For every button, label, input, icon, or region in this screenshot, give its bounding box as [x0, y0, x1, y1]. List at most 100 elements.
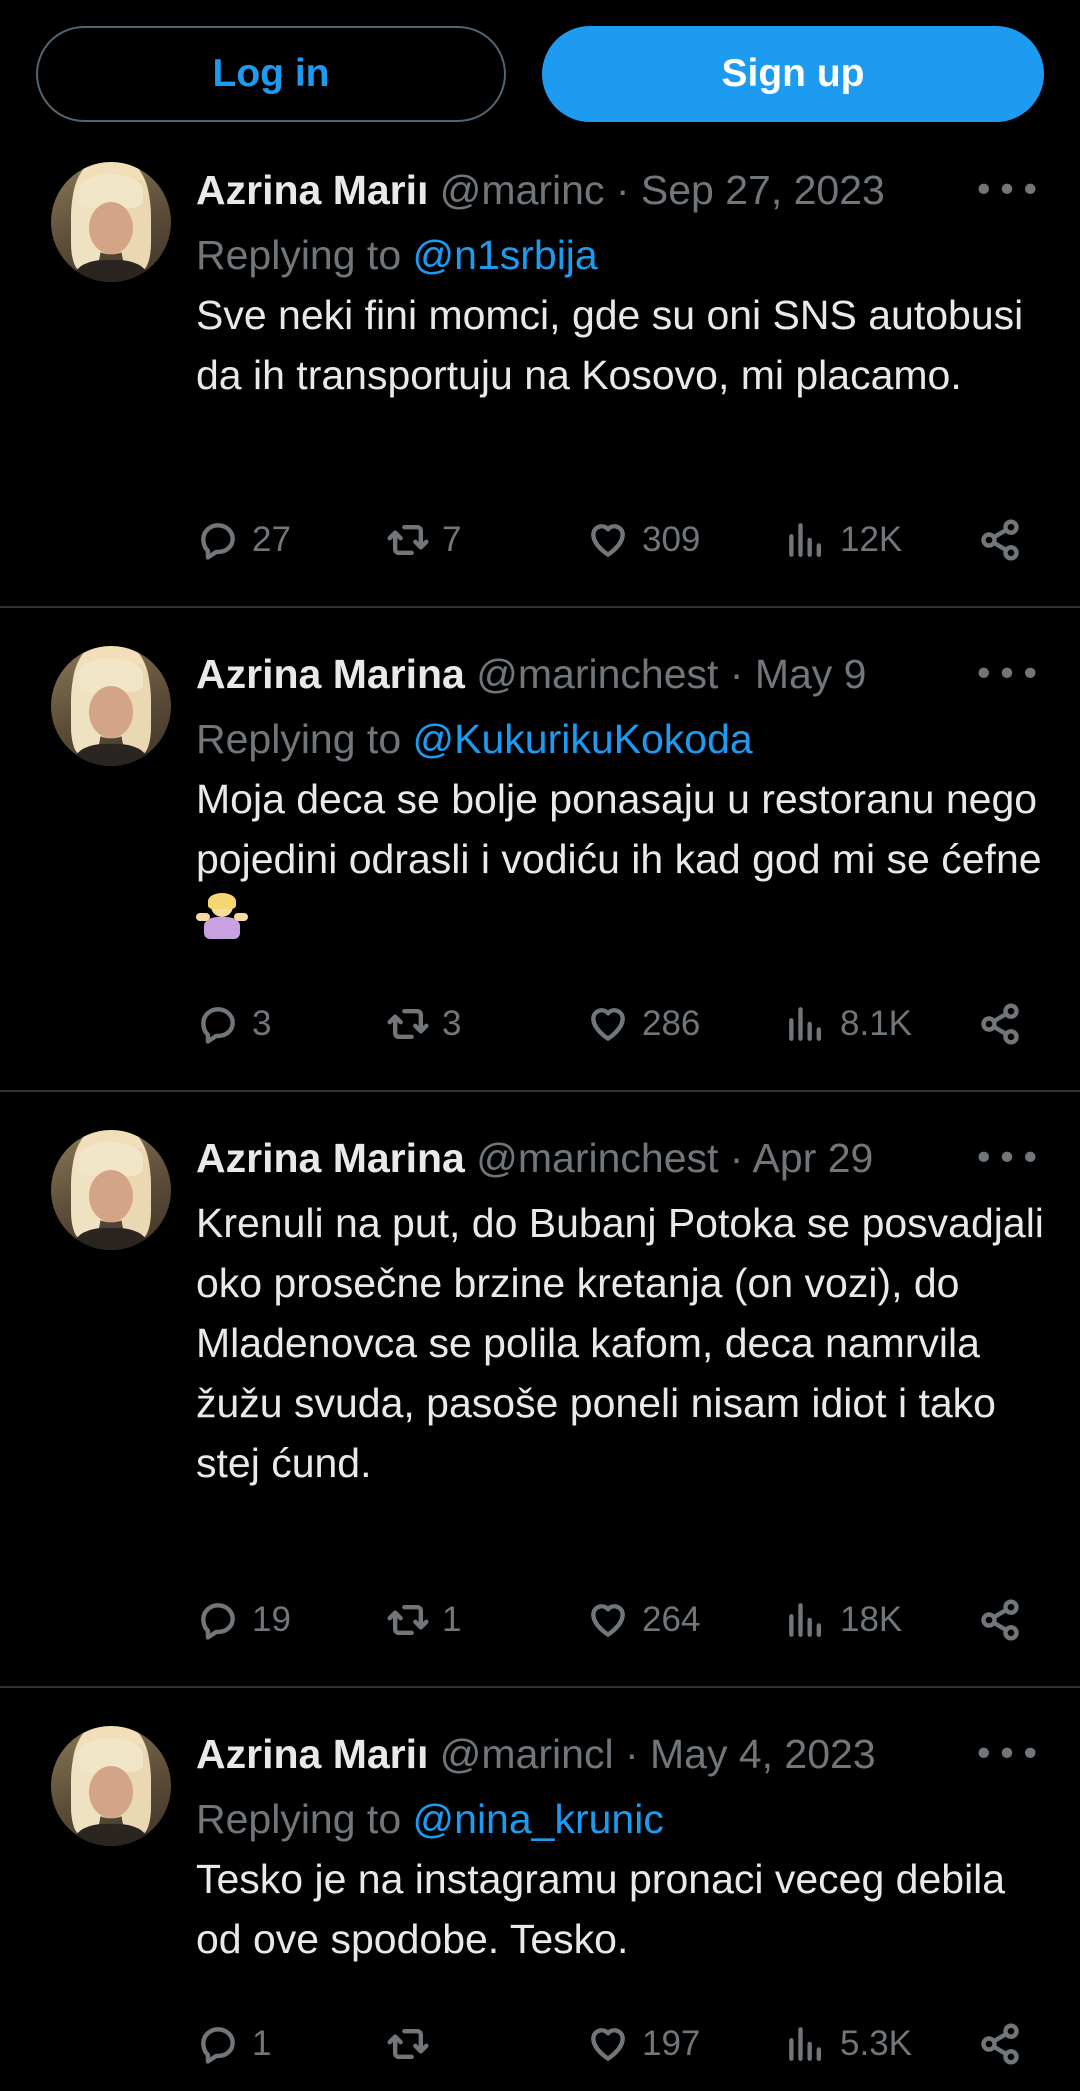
share-button[interactable]: [978, 510, 1022, 570]
tweet-header: Azrina Marina @marinchest · May 9: [196, 644, 950, 704]
share-icon: [981, 1003, 1019, 1045]
views-button[interactable]: 5.3K: [784, 2014, 912, 2074]
avatar[interactable]: [51, 1130, 171, 1250]
retweet-count: 7: [442, 520, 462, 559]
heart-icon: [591, 2028, 625, 2061]
retweet-icon: [387, 2028, 429, 2060]
replying-to: Replying to @KukurikuKokoda: [196, 709, 753, 769]
tweet-2[interactable]: Azrina Marina @marinchest · May 9 ••• Re…: [0, 608, 1080, 1092]
tweet-3[interactable]: Azrina Marina @marinchest · Apr 29 ••• K…: [0, 1092, 1080, 1688]
views-count: 5.3K: [840, 2024, 912, 2063]
tweet-header: Azrina Mariı @marincl · May 4, 2023: [196, 1724, 950, 1784]
reply-button[interactable]: 27: [196, 510, 291, 570]
like-button[interactable]: 309: [586, 510, 700, 570]
like-count: 264: [642, 1600, 701, 1639]
views-count: 8.1K: [840, 1004, 912, 1043]
share-button[interactable]: [978, 2014, 1022, 2074]
avatar[interactable]: [51, 162, 171, 282]
replying-to: Replying to @n1srbija: [196, 225, 598, 285]
views-icon: [789, 523, 822, 557]
views-icon: [789, 2027, 822, 2061]
like-count: 309: [642, 520, 701, 559]
tweet-meta[interactable]: @marincl · May 4, 2023: [440, 1731, 876, 1777]
reply-icon: [201, 2027, 235, 2064]
heart-icon: [591, 524, 625, 557]
more-icon[interactable]: •••: [973, 166, 1041, 214]
reply-count: 27: [252, 520, 291, 559]
views-button[interactable]: 18K: [784, 1590, 902, 1650]
replying-handle[interactable]: @nina_krunic: [413, 1796, 664, 1842]
reply-count: 3: [252, 1004, 272, 1043]
person-shrugging-emoji: [196, 893, 248, 939]
retweet-count: 3: [442, 1004, 462, 1043]
tweet-text-wrap: Moja deca se bolje ponasaju u restoranu …: [196, 769, 1046, 949]
reply-icon: [201, 523, 235, 560]
page: { "topbar": { "login_label": "Log in", "…: [0, 0, 1080, 2091]
reply-button[interactable]: 1: [196, 2014, 271, 2074]
avatar[interactable]: [51, 646, 171, 766]
author-name[interactable]: Azrina Marina: [196, 651, 465, 697]
tweet-text: Tesko je na instagramu pronaci veceg deb…: [196, 1856, 1006, 1962]
retweet-icon: [387, 1008, 429, 1040]
tweet-meta[interactable]: @marinchest · May 9: [476, 651, 866, 697]
retweet-icon: [387, 1604, 429, 1636]
heart-icon: [591, 1604, 625, 1637]
tweet-text: Moja deca se bolje ponasaju u restoranu …: [196, 776, 1042, 882]
retweet-button[interactable]: 3: [386, 994, 461, 1054]
tweet-actions: 27 7 309 12K: [196, 510, 1036, 570]
retweet-icon: [387, 524, 429, 556]
tweet-header: Azrina Marina @marinchest · Apr 29: [196, 1128, 950, 1188]
author-name[interactable]: Azrina Mariı: [196, 1731, 428, 1777]
tweet-actions: 1 197 5.3K: [196, 2014, 1036, 2074]
views-button[interactable]: 12K: [784, 510, 902, 570]
reply-button[interactable]: 3: [196, 994, 271, 1054]
like-count: 286: [642, 1004, 701, 1043]
heart-icon: [591, 1008, 625, 1041]
replying-prefix: Replying to: [196, 1796, 413, 1842]
more-icon[interactable]: •••: [973, 650, 1041, 698]
like-button[interactable]: 264: [586, 1590, 700, 1650]
reply-button[interactable]: 19: [196, 1590, 291, 1650]
tweet-header: Azrina Mariı @marinc · Sep 27, 2023: [196, 160, 950, 220]
views-count: 18K: [840, 1600, 903, 1639]
reply-count: 19: [252, 1600, 291, 1639]
tweet-meta[interactable]: @marinchest · Apr 29: [476, 1135, 873, 1181]
reply-icon: [201, 1603, 235, 1640]
replying-to: Replying to @nina_krunic: [196, 1789, 664, 1849]
reply-icon: [201, 1007, 235, 1044]
author-name[interactable]: Azrina Marina: [196, 1135, 465, 1181]
replying-prefix: Replying to: [196, 232, 413, 278]
views-button[interactable]: 8.1K: [784, 994, 912, 1054]
retweet-button[interactable]: [386, 2014, 442, 2074]
more-icon[interactable]: •••: [973, 1730, 1041, 1778]
like-count: 197: [642, 2024, 701, 2063]
author-name[interactable]: Azrina Mariı: [196, 167, 428, 213]
replying-prefix: Replying to: [196, 716, 413, 762]
replying-handle[interactable]: @KukurikuKokoda: [413, 716, 753, 762]
like-button[interactable]: 286: [586, 994, 700, 1054]
replying-handle[interactable]: @n1srbija: [413, 232, 598, 278]
retweet-button[interactable]: 1: [386, 1590, 461, 1650]
views-icon: [789, 1007, 822, 1041]
like-button[interactable]: 197: [586, 2014, 700, 2074]
retweet-count: 1: [442, 1600, 462, 1639]
more-icon[interactable]: •••: [973, 1134, 1041, 1182]
share-icon: [981, 519, 1019, 561]
tweet-4[interactable]: Azrina Mariı @marincl · May 4, 2023 ••• …: [0, 1688, 1080, 2091]
reply-count: 1: [252, 2024, 272, 2063]
signup-button[interactable]: Sign up: [542, 26, 1044, 122]
retweet-button[interactable]: 7: [386, 510, 461, 570]
tweet-1[interactable]: Azrina Mariı @marinc · Sep 27, 2023 ••• …: [0, 140, 1080, 608]
tweet-meta[interactable]: @marinc · Sep 27, 2023: [440, 167, 885, 213]
tweet-actions: 3 3 286 8.1K: [196, 994, 1036, 1054]
views-icon: [789, 1603, 822, 1637]
avatar[interactable]: [51, 1726, 171, 1846]
views-count: 12K: [840, 520, 903, 559]
share-icon: [981, 2023, 1019, 2065]
share-button[interactable]: [978, 1590, 1022, 1650]
top-bar: Log in Sign up: [0, 0, 1080, 140]
login-button[interactable]: Log in: [36, 26, 506, 122]
tweet-text: Krenuli na put, do Bubanj Potoka se posv…: [196, 1200, 1044, 1486]
share-button[interactable]: [978, 994, 1022, 1054]
tweet-actions: 19 1 264 18K: [196, 1590, 1036, 1650]
